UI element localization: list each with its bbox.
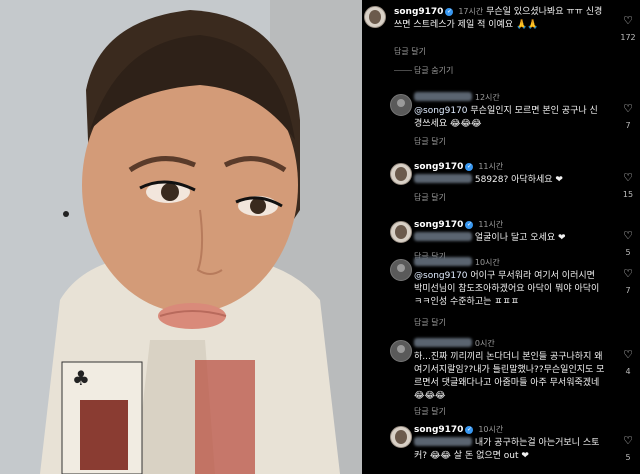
like-count: 4: [625, 367, 631, 376]
avatar[interactable]: [390, 259, 412, 281]
comment-username[interactable]: song9170: [414, 425, 463, 435]
comment-time: 17시간: [458, 7, 484, 16]
comment-time: 11시간: [478, 162, 504, 171]
verified-badge-icon: ✓: [445, 8, 454, 16]
avatar[interactable]: [390, 340, 412, 362]
divider: [394, 70, 412, 71]
heart-icon[interactable]: ♡: [622, 348, 634, 361]
reply-button[interactable]: 답글 달기: [414, 192, 446, 203]
heart-icon[interactable]: ♡: [622, 14, 634, 27]
like-count: 5: [625, 453, 631, 462]
heart-icon[interactable]: ♡: [622, 434, 634, 447]
avatar[interactable]: [390, 221, 412, 243]
verified-badge-icon: ✓: [465, 221, 474, 229]
reply-button[interactable]: 답글 달기: [394, 46, 426, 57]
comment-text: 하...진짜 끼리끼리 논다더니 본인들 공구나하지 왜 여기서지랄임??내가 …: [414, 352, 605, 401]
mention-link[interactable]: @song9170: [414, 271, 468, 281]
hide-replies-button[interactable]: 답글 숨기기: [414, 65, 453, 76]
blurred-username: [414, 257, 472, 266]
like-count: 15: [622, 190, 634, 199]
blurred-mention: [414, 232, 472, 241]
comment-text: 얼굴이나 달고 오세요 ❤: [474, 233, 566, 243]
verified-badge-icon: ✓: [465, 163, 474, 171]
comment-time: 11시간: [478, 220, 504, 229]
heart-icon[interactable]: ♡: [622, 267, 634, 280]
comment-time: 10시간: [474, 258, 500, 267]
heart-icon[interactable]: ♡: [622, 171, 634, 184]
profile-photo: ♣: [0, 0, 362, 474]
verified-badge-icon: ✓: [465, 426, 474, 434]
heart-icon[interactable]: ♡: [622, 229, 634, 242]
comments-panel: song9170 ✓ 17시간 무슨일 있으셨나봐요 ㅠㅠ 신경 쓰면 스트레스가…: [362, 0, 640, 474]
blurred-mention: [414, 174, 472, 183]
svg-text:♣: ♣: [72, 366, 90, 390]
avatar[interactable]: [390, 94, 412, 116]
like-count: 7: [625, 121, 631, 130]
reply-button[interactable]: 답글 달기: [414, 317, 446, 328]
reply-button[interactable]: 답글 달기: [414, 406, 446, 417]
avatar[interactable]: [390, 426, 412, 448]
blurred-username: [414, 338, 472, 347]
comment-time: 12시간: [474, 93, 500, 102]
reply-button[interactable]: 답글 달기: [414, 136, 446, 147]
blurred-mention: [414, 437, 472, 446]
comment-time: 10시간: [478, 425, 504, 434]
avatar[interactable]: [364, 6, 386, 28]
blurred-username: [414, 92, 472, 101]
avatar[interactable]: [390, 163, 412, 185]
like-count: 172: [620, 33, 636, 42]
heart-icon[interactable]: ♡: [622, 102, 634, 115]
like-count: 7: [625, 286, 631, 295]
comment-time: 0시간: [474, 339, 495, 348]
like-count: 5: [625, 248, 631, 257]
comment-text: 58928? 아닥하세요 ❤: [474, 175, 563, 185]
comment-username[interactable]: song9170: [414, 162, 463, 172]
mention-link[interactable]: @song9170: [414, 106, 468, 116]
comment-username[interactable]: song9170: [394, 7, 443, 17]
comment-username[interactable]: song9170: [414, 220, 463, 230]
